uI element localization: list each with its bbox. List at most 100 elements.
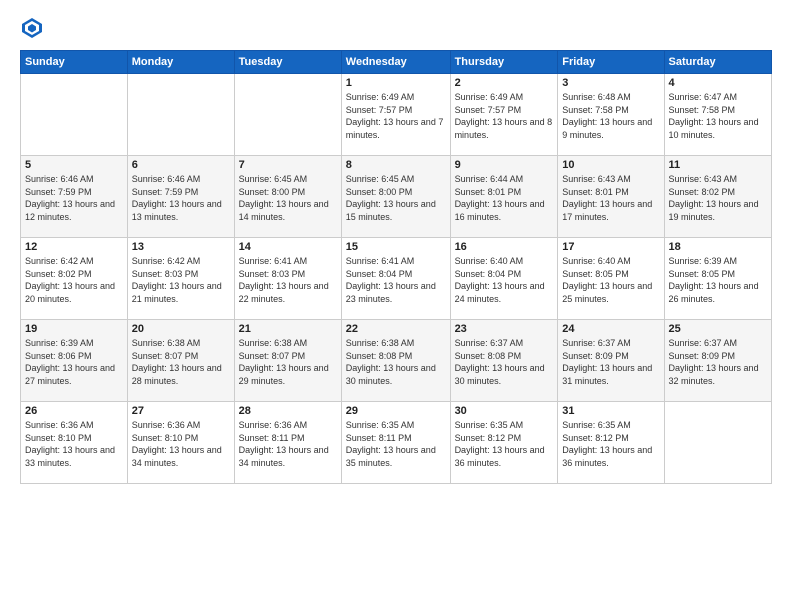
calendar-cell: 31 Sunrise: 6:35 AMSunset: 8:12 PMDaylig…: [558, 402, 664, 484]
calendar-cell: 13 Sunrise: 6:42 AMSunset: 8:03 PMDaylig…: [127, 238, 234, 320]
day-number: 4: [669, 77, 767, 89]
calendar-cell: 18 Sunrise: 6:39 AMSunset: 8:05 PMDaylig…: [664, 238, 771, 320]
page: SundayMondayTuesdayWednesdayThursdayFrid…: [0, 0, 792, 612]
day-number: 13: [132, 241, 230, 253]
weekday-header-saturday: Saturday: [664, 51, 771, 74]
calendar-cell: 19 Sunrise: 6:39 AMSunset: 8:06 PMDaylig…: [21, 320, 128, 402]
calendar-week-4: 26 Sunrise: 6:36 AMSunset: 8:10 PMDaylig…: [21, 402, 772, 484]
calendar-week-0: 1 Sunrise: 6:49 AMSunset: 7:57 PMDayligh…: [21, 74, 772, 156]
calendar-week-1: 5 Sunrise: 6:46 AMSunset: 7:59 PMDayligh…: [21, 156, 772, 238]
day-number: 6: [132, 159, 230, 171]
day-number: 15: [346, 241, 446, 253]
day-number: 29: [346, 405, 446, 417]
day-number: 20: [132, 323, 230, 335]
day-number: 24: [562, 323, 659, 335]
calendar-header: SundayMondayTuesdayWednesdayThursdayFrid…: [21, 51, 772, 74]
day-info: Sunrise: 6:42 AMSunset: 8:03 PMDaylight:…: [132, 255, 230, 305]
day-info: Sunrise: 6:35 AMSunset: 8:12 PMDaylight:…: [455, 419, 554, 469]
calendar-cell: [127, 74, 234, 156]
calendar-cell: 30 Sunrise: 6:35 AMSunset: 8:12 PMDaylig…: [450, 402, 558, 484]
calendar-cell: 12 Sunrise: 6:42 AMSunset: 8:02 PMDaylig…: [21, 238, 128, 320]
calendar-cell: [21, 74, 128, 156]
day-info: Sunrise: 6:42 AMSunset: 8:02 PMDaylight:…: [25, 255, 123, 305]
calendar-cell: 29 Sunrise: 6:35 AMSunset: 8:11 PMDaylig…: [341, 402, 450, 484]
day-info: Sunrise: 6:35 AMSunset: 8:11 PMDaylight:…: [346, 419, 446, 469]
calendar-cell: 9 Sunrise: 6:44 AMSunset: 8:01 PMDayligh…: [450, 156, 558, 238]
day-number: 17: [562, 241, 659, 253]
day-number: 9: [455, 159, 554, 171]
day-info: Sunrise: 6:43 AMSunset: 8:02 PMDaylight:…: [669, 173, 767, 223]
calendar-cell: 6 Sunrise: 6:46 AMSunset: 7:59 PMDayligh…: [127, 156, 234, 238]
day-info: Sunrise: 6:40 AMSunset: 8:05 PMDaylight:…: [562, 255, 659, 305]
logo-icon: [20, 16, 44, 40]
weekday-header-thursday: Thursday: [450, 51, 558, 74]
day-info: Sunrise: 6:46 AMSunset: 7:59 PMDaylight:…: [132, 173, 230, 223]
day-number: 11: [669, 159, 767, 171]
weekday-header-monday: Monday: [127, 51, 234, 74]
weekday-header-wednesday: Wednesday: [341, 51, 450, 74]
day-info: Sunrise: 6:47 AMSunset: 7:58 PMDaylight:…: [669, 91, 767, 141]
calendar-cell: 26 Sunrise: 6:36 AMSunset: 8:10 PMDaylig…: [21, 402, 128, 484]
calendar-week-2: 12 Sunrise: 6:42 AMSunset: 8:02 PMDaylig…: [21, 238, 772, 320]
calendar-cell: 16 Sunrise: 6:40 AMSunset: 8:04 PMDaylig…: [450, 238, 558, 320]
calendar-week-3: 19 Sunrise: 6:39 AMSunset: 8:06 PMDaylig…: [21, 320, 772, 402]
day-number: 22: [346, 323, 446, 335]
day-number: 31: [562, 405, 659, 417]
day-info: Sunrise: 6:41 AMSunset: 8:03 PMDaylight:…: [239, 255, 337, 305]
day-number: 26: [25, 405, 123, 417]
day-info: Sunrise: 6:49 AMSunset: 7:57 PMDaylight:…: [346, 91, 446, 141]
day-number: 21: [239, 323, 337, 335]
day-number: 3: [562, 77, 659, 89]
day-number: 23: [455, 323, 554, 335]
calendar-cell: [664, 402, 771, 484]
day-info: Sunrise: 6:37 AMSunset: 8:09 PMDaylight:…: [669, 337, 767, 387]
calendar-cell: 21 Sunrise: 6:38 AMSunset: 8:07 PMDaylig…: [234, 320, 341, 402]
day-info: Sunrise: 6:36 AMSunset: 8:10 PMDaylight:…: [132, 419, 230, 469]
calendar-cell: 5 Sunrise: 6:46 AMSunset: 7:59 PMDayligh…: [21, 156, 128, 238]
calendar-cell: 20 Sunrise: 6:38 AMSunset: 8:07 PMDaylig…: [127, 320, 234, 402]
day-info: Sunrise: 6:35 AMSunset: 8:12 PMDaylight:…: [562, 419, 659, 469]
calendar: SundayMondayTuesdayWednesdayThursdayFrid…: [20, 50, 772, 484]
logo: [20, 16, 48, 40]
day-info: Sunrise: 6:41 AMSunset: 8:04 PMDaylight:…: [346, 255, 446, 305]
day-info: Sunrise: 6:37 AMSunset: 8:09 PMDaylight:…: [562, 337, 659, 387]
calendar-cell: 10 Sunrise: 6:43 AMSunset: 8:01 PMDaylig…: [558, 156, 664, 238]
weekday-header-friday: Friday: [558, 51, 664, 74]
weekday-row: SundayMondayTuesdayWednesdayThursdayFrid…: [21, 51, 772, 74]
day-info: Sunrise: 6:36 AMSunset: 8:10 PMDaylight:…: [25, 419, 123, 469]
day-info: Sunrise: 6:38 AMSunset: 8:08 PMDaylight:…: [346, 337, 446, 387]
calendar-cell: 24 Sunrise: 6:37 AMSunset: 8:09 PMDaylig…: [558, 320, 664, 402]
header: [20, 16, 772, 40]
day-info: Sunrise: 6:45 AMSunset: 8:00 PMDaylight:…: [346, 173, 446, 223]
day-number: 18: [669, 241, 767, 253]
calendar-cell: 14 Sunrise: 6:41 AMSunset: 8:03 PMDaylig…: [234, 238, 341, 320]
calendar-cell: 1 Sunrise: 6:49 AMSunset: 7:57 PMDayligh…: [341, 74, 450, 156]
day-number: 27: [132, 405, 230, 417]
calendar-cell: 28 Sunrise: 6:36 AMSunset: 8:11 PMDaylig…: [234, 402, 341, 484]
day-info: Sunrise: 6:46 AMSunset: 7:59 PMDaylight:…: [25, 173, 123, 223]
day-info: Sunrise: 6:48 AMSunset: 7:58 PMDaylight:…: [562, 91, 659, 141]
calendar-cell: 7 Sunrise: 6:45 AMSunset: 8:00 PMDayligh…: [234, 156, 341, 238]
calendar-cell: 23 Sunrise: 6:37 AMSunset: 8:08 PMDaylig…: [450, 320, 558, 402]
day-number: 16: [455, 241, 554, 253]
calendar-cell: 27 Sunrise: 6:36 AMSunset: 8:10 PMDaylig…: [127, 402, 234, 484]
calendar-cell: 15 Sunrise: 6:41 AMSunset: 8:04 PMDaylig…: [341, 238, 450, 320]
day-number: 1: [346, 77, 446, 89]
calendar-cell: 4 Sunrise: 6:47 AMSunset: 7:58 PMDayligh…: [664, 74, 771, 156]
day-info: Sunrise: 6:36 AMSunset: 8:11 PMDaylight:…: [239, 419, 337, 469]
calendar-cell: 3 Sunrise: 6:48 AMSunset: 7:58 PMDayligh…: [558, 74, 664, 156]
day-number: 7: [239, 159, 337, 171]
day-info: Sunrise: 6:37 AMSunset: 8:08 PMDaylight:…: [455, 337, 554, 387]
day-number: 14: [239, 241, 337, 253]
calendar-cell: 2 Sunrise: 6:49 AMSunset: 7:57 PMDayligh…: [450, 74, 558, 156]
day-number: 30: [455, 405, 554, 417]
calendar-body: 1 Sunrise: 6:49 AMSunset: 7:57 PMDayligh…: [21, 74, 772, 484]
day-number: 10: [562, 159, 659, 171]
day-number: 12: [25, 241, 123, 253]
day-number: 5: [25, 159, 123, 171]
day-number: 8: [346, 159, 446, 171]
weekday-header-sunday: Sunday: [21, 51, 128, 74]
day-info: Sunrise: 6:45 AMSunset: 8:00 PMDaylight:…: [239, 173, 337, 223]
day-info: Sunrise: 6:38 AMSunset: 8:07 PMDaylight:…: [132, 337, 230, 387]
day-number: 28: [239, 405, 337, 417]
